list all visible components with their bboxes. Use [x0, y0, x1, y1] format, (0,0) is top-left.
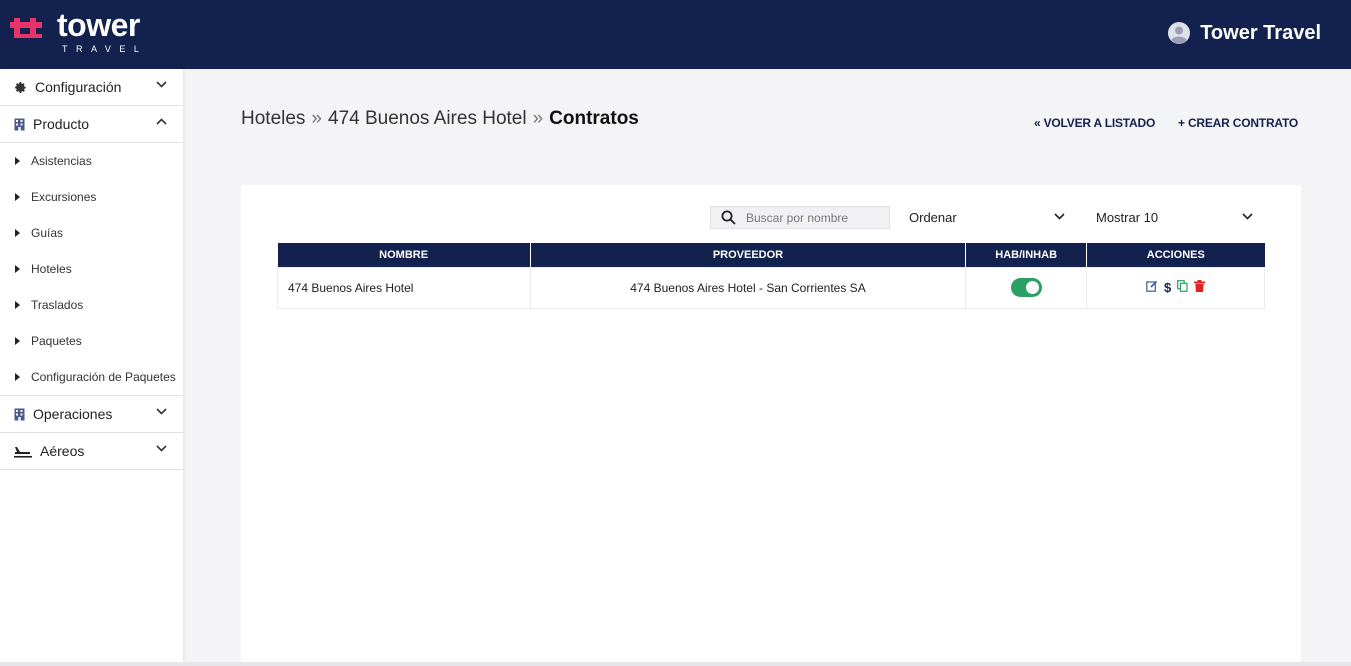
- chevron-down-icon: [156, 81, 167, 88]
- breadcrumb-separator: »: [532, 108, 544, 129]
- sidebar-item-traslados[interactable]: Traslados: [0, 287, 183, 323]
- caret-right-icon: [15, 157, 20, 165]
- price-icon[interactable]: $: [1164, 280, 1171, 295]
- column-header-nombre[interactable]: NOMBRE: [277, 243, 531, 267]
- breadcrumb-current: Contratos: [549, 108, 639, 129]
- sidebar-section-label: Operaciones: [33, 406, 113, 422]
- caret-right-icon: [15, 229, 20, 237]
- table-header-row: NOMBRE PROVEEDOR HAB/INHAB ACCIONES: [277, 243, 1265, 267]
- user-avatar-icon: [1168, 22, 1191, 44]
- caret-right-icon: [15, 265, 20, 273]
- chevron-down-icon: [156, 445, 167, 452]
- sidebar-section-label: Configuración: [35, 79, 122, 95]
- enabled-toggle[interactable]: [1010, 278, 1042, 297]
- order-select[interactable]: Ordenar: [909, 205, 1065, 230]
- sidebar-section-label: Producto: [33, 116, 90, 132]
- column-header-proveedor[interactable]: PROVEEDOR: [530, 243, 967, 267]
- sidebar-section-aereos[interactable]: Aéreos: [0, 433, 183, 470]
- order-select-label: Ordenar: [909, 210, 957, 225]
- sidebar-item-label: Guías: [31, 226, 64, 240]
- caret-right-icon: [15, 301, 20, 309]
- sidebar-item-label: Excursiones: [31, 190, 97, 204]
- column-header-acciones: ACCIONES: [1086, 243, 1265, 267]
- back-to-list-link[interactable]: « VOLVER A LISTADO: [1034, 116, 1155, 130]
- sidebar-item-label: Asistencias: [31, 154, 92, 168]
- breadcrumb: Hoteles» 474 Buenos Aires Hotel» Contratos: [241, 108, 639, 130]
- trash-icon[interactable]: [1194, 280, 1206, 295]
- sidebar-section-producto[interactable]: Producto: [0, 106, 183, 143]
- top-bar: tower TRAVEL Tower Travel: [0, 0, 1351, 69]
- logo-subtitle: TRAVEL: [62, 44, 148, 54]
- sidebar-item-excursiones[interactable]: Excursiones: [0, 179, 183, 215]
- user-name: Tower Travel: [1200, 21, 1321, 44]
- plane-icon: [14, 446, 32, 458]
- sidebar-item-configuracion-paquetes[interactable]: Configuración de Paquetes: [0, 359, 183, 395]
- logo-mark-icon: [10, 18, 42, 38]
- tower-travel-logo[interactable]: tower TRAVEL: [10, 8, 170, 58]
- cell-actions: $: [1086, 266, 1265, 309]
- search-icon: [721, 210, 736, 225]
- cell-proveedor: 474 Buenos Aires Hotel - San Corrientes …: [529, 266, 967, 309]
- caret-right-icon: [15, 373, 20, 381]
- copy-icon[interactable]: [1177, 280, 1188, 295]
- edit-icon[interactable]: [1146, 280, 1158, 295]
- sidebar-section-operaciones[interactable]: Operaciones: [0, 396, 183, 433]
- sidebar-item-asistencias[interactable]: Asistencias: [0, 143, 183, 179]
- search-placeholder: Buscar por nombre: [746, 210, 849, 225]
- gear-icon: [15, 81, 26, 93]
- sidebar-submenu-producto: Asistencias Excursiones Guías Hoteles Tr…: [0, 143, 183, 396]
- create-contract-link[interactable]: + CREAR CONTRATO: [1178, 116, 1298, 130]
- breadcrumb-separator: »: [311, 108, 322, 129]
- sidebar-item-hoteles[interactable]: Hoteles: [0, 251, 183, 287]
- sidebar-item-label: Configuración de Paquetes: [31, 370, 176, 384]
- page-size-select[interactable]: Mostrar 10: [1096, 205, 1253, 230]
- caret-right-icon: [15, 337, 20, 345]
- sidebar-section-configuracion[interactable]: Configuración: [0, 69, 183, 106]
- breadcrumb-item-hoteles[interactable]: Hoteles: [241, 108, 305, 129]
- sidebar-item-paquetes[interactable]: Paquetes: [0, 323, 183, 359]
- caret-right-icon: [15, 193, 20, 201]
- user-menu[interactable]: Tower Travel: [1168, 20, 1321, 46]
- search-input[interactable]: Buscar por nombre: [710, 206, 890, 229]
- sidebar-item-label: Traslados: [31, 298, 84, 312]
- page-bottom-edge: [0, 662, 1351, 666]
- chevron-down-icon: [156, 408, 167, 415]
- contracts-card: Buscar por nombre Ordenar Mostrar 10 NOM…: [241, 185, 1301, 663]
- contracts-table: NOMBRE PROVEEDOR HAB/INHAB ACCIONES 474 …: [277, 243, 1265, 309]
- chevron-down-icon: [1054, 213, 1065, 220]
- page-size-label: Mostrar 10: [1096, 210, 1159, 225]
- table-row: 474 Buenos Aires Hotel 474 Buenos Aires …: [277, 266, 1265, 309]
- sidebar-item-guias[interactable]: Guías: [0, 215, 183, 251]
- sidebar-section-label: Aéreos: [40, 443, 85, 459]
- column-header-hab-inhab: HAB/INHAB: [965, 243, 1088, 267]
- building-icon: [14, 118, 25, 130]
- breadcrumb-item-hotel[interactable]: 474 Buenos Aires Hotel: [328, 108, 527, 129]
- sidebar-item-label: Hoteles: [31, 262, 72, 276]
- chevron-down-icon: [1242, 213, 1253, 220]
- building-icon: [14, 408, 25, 420]
- sidebar-item-label: Paquetes: [31, 334, 82, 348]
- toggle-knob: [1025, 281, 1039, 294]
- cell-nombre: 474 Buenos Aires Hotel: [277, 266, 531, 309]
- cell-enabled: [965, 266, 1088, 309]
- sidebar: Configuración Producto Asistencias Excur…: [0, 69, 183, 666]
- logo-wordmark: tower: [57, 7, 140, 43]
- chevron-up-icon: [156, 118, 167, 125]
